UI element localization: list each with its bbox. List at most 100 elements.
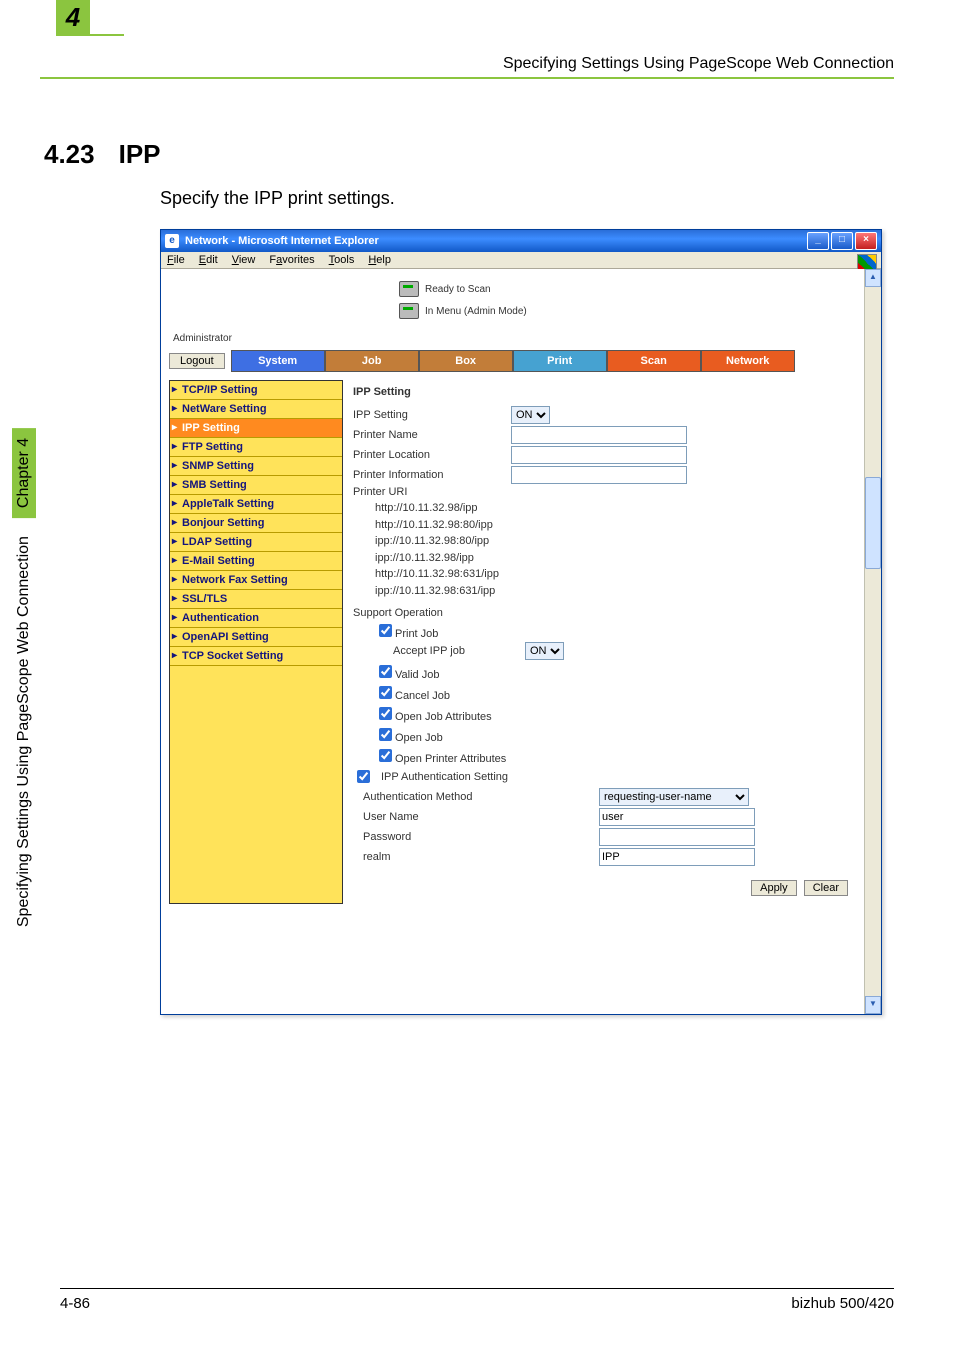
sidebar-item-ssl[interactable]: SSL/TLS (170, 590, 342, 609)
realm-label: realm (353, 851, 513, 863)
menu-tools[interactable]: Tools (329, 254, 355, 266)
ipp-setting-label: IPP Setting (353, 409, 503, 421)
printer-uri-list: http://10.11.32.98/ipphttp://10.11.32.98… (375, 500, 848, 599)
valid-job-label: Valid Job (395, 669, 439, 681)
sidebar-item-auth[interactable]: Authentication (170, 609, 342, 628)
password-label: Password (353, 831, 513, 843)
printer-mode-icon (399, 303, 419, 319)
administrator-label: Administrator (173, 333, 856, 344)
status-line-1: Ready to Scan (425, 284, 491, 295)
footer-page-number: 4-86 (60, 1295, 90, 1312)
sidebar-item-netfax[interactable]: Network Fax Setting (170, 571, 342, 590)
clear-button[interactable]: Clear (804, 880, 848, 896)
maximize-button[interactable]: □ (831, 232, 853, 250)
menu-bar: File Edit View Favorites Tools Help (161, 252, 881, 269)
tab-print[interactable]: Print (513, 350, 607, 372)
user-name-input[interactable] (599, 808, 755, 826)
sidebar-item-snmp[interactable]: SNMP Setting (170, 457, 342, 476)
settings-panel: IPP Setting IPP Setting ON Printer Name … (343, 380, 856, 904)
sidebar-item-ipp[interactable]: IPP Setting (170, 419, 342, 438)
auth-method-select[interactable]: requesting-user-name (599, 788, 749, 806)
status-line-2: In Menu (Admin Mode) (425, 306, 527, 317)
sidebar-item-appletalk[interactable]: AppleTalk Setting (170, 495, 342, 514)
password-input[interactable] (599, 828, 755, 846)
printer-uri-value: ipp://10.11.32.98:80/ipp (375, 533, 848, 550)
open-printer-attr-checkbox[interactable] (379, 749, 392, 762)
tab-scan[interactable]: Scan (607, 350, 701, 372)
realm-input[interactable] (599, 848, 755, 866)
printer-name-label: Printer Name (353, 429, 503, 441)
cancel-job-label: Cancel Job (395, 690, 450, 702)
page-footer: 4-86 bizhub 500/420 (60, 1288, 894, 1312)
section-title: 4.23 IPP (44, 139, 894, 170)
apply-button[interactable]: Apply (751, 880, 797, 896)
printer-status-icon (399, 281, 419, 297)
printer-uri-label: Printer URI (353, 486, 503, 498)
minimize-button[interactable]: _ (807, 232, 829, 250)
section-body-text: Specify the IPP print settings. (160, 188, 894, 209)
printer-uri-value: ipp://10.11.32.98/ipp (375, 550, 848, 567)
printer-location-input[interactable] (511, 446, 687, 464)
ipp-auth-label: IPP Authentication Setting (381, 771, 508, 783)
printer-uri-value: ipp://10.11.32.98:631/ipp (375, 583, 848, 600)
menu-favorites[interactable]: Favorites (269, 254, 314, 266)
scroll-down-button[interactable]: ▼ (865, 996, 881, 1014)
settings-sidebar: TCP/IP SettingNetWare SettingIPP Setting… (169, 380, 343, 904)
logout-button[interactable]: Logout (169, 353, 225, 369)
close-button[interactable]: × (855, 232, 877, 250)
menu-view[interactable]: View (232, 254, 256, 266)
side-text: Specifying Settings Using PageScope Web … (15, 536, 32, 927)
sidebar-item-email[interactable]: E-Mail Setting (170, 552, 342, 571)
sidebar-item-netware[interactable]: NetWare Setting (170, 400, 342, 419)
section-name: IPP (119, 139, 161, 169)
menu-edit[interactable]: Edit (199, 254, 218, 266)
open-job-attr-label: Open Job Attributes (395, 711, 492, 723)
sidebar-item-smb[interactable]: SMB Setting (170, 476, 342, 495)
tab-network[interactable]: Network (701, 350, 795, 372)
open-job-attr-checkbox[interactable] (379, 707, 392, 720)
ipp-setting-select[interactable]: ON (511, 406, 550, 424)
printer-name-input[interactable] (511, 426, 687, 444)
page-header: Specifying Settings Using PageScope Web … (40, 55, 894, 79)
open-job-checkbox[interactable] (379, 728, 392, 741)
ie-icon: e (165, 234, 179, 248)
scroll-thumb[interactable] (865, 477, 881, 569)
user-name-label: User Name (353, 811, 513, 823)
footer-product-name: bizhub 500/420 (791, 1295, 894, 1312)
panel-heading: IPP Setting (353, 386, 848, 398)
cancel-job-checkbox[interactable] (379, 686, 392, 699)
tab-job[interactable]: Job (325, 350, 419, 372)
sidebar-item-tcpip[interactable]: TCP/IP Setting (170, 381, 342, 400)
printer-info-input[interactable] (511, 466, 687, 484)
menu-file[interactable]: File (167, 254, 185, 266)
open-printer-attr-label: Open Printer Attributes (395, 753, 506, 765)
side-chapter-badge: Chapter 4 (12, 428, 36, 518)
auth-method-label: Authentication Method (353, 791, 513, 803)
menu-help[interactable]: Help (368, 254, 391, 266)
tab-box[interactable]: Box (419, 350, 513, 372)
sidebar-item-openapi[interactable]: OpenAPI Setting (170, 628, 342, 647)
accept-ipp-label: Accept IPP job (353, 645, 465, 657)
valid-job-checkbox[interactable] (379, 665, 392, 678)
printer-uri-value: http://10.11.32.98:631/ipp (375, 566, 848, 583)
printer-uri-value: http://10.11.32.98/ipp (375, 500, 848, 517)
print-job-label: Print Job (395, 628, 438, 640)
sidebar-item-ftp[interactable]: FTP Setting (170, 438, 342, 457)
printer-uri-value: http://10.11.32.98:80/ipp (375, 517, 848, 534)
window-title: Network - Microsoft Internet Explorer (185, 235, 807, 247)
vertical-scrollbar[interactable]: ▲ ▼ (864, 269, 881, 1014)
accept-ipp-select[interactable]: ON (525, 642, 564, 660)
printer-info-label: Printer Information (353, 469, 503, 481)
printer-location-label: Printer Location (353, 449, 503, 461)
tab-system[interactable]: System (231, 350, 325, 372)
print-job-checkbox[interactable] (379, 624, 392, 637)
sidebar-item-tcpsock[interactable]: TCP Socket Setting (170, 647, 342, 666)
sidebar-item-ldap[interactable]: LDAP Setting (170, 533, 342, 552)
support-operation-label: Support Operation (353, 607, 503, 619)
side-vertical-label: Specifying Settings Using PageScope Web … (12, 420, 36, 927)
ipp-auth-checkbox[interactable] (357, 770, 370, 783)
sidebar-item-bonjour[interactable]: Bonjour Setting (170, 514, 342, 533)
scroll-up-button[interactable]: ▲ (865, 269, 881, 287)
section-number: 4.23 (44, 139, 95, 169)
chapter-number-tab: 4 (56, 0, 90, 34)
